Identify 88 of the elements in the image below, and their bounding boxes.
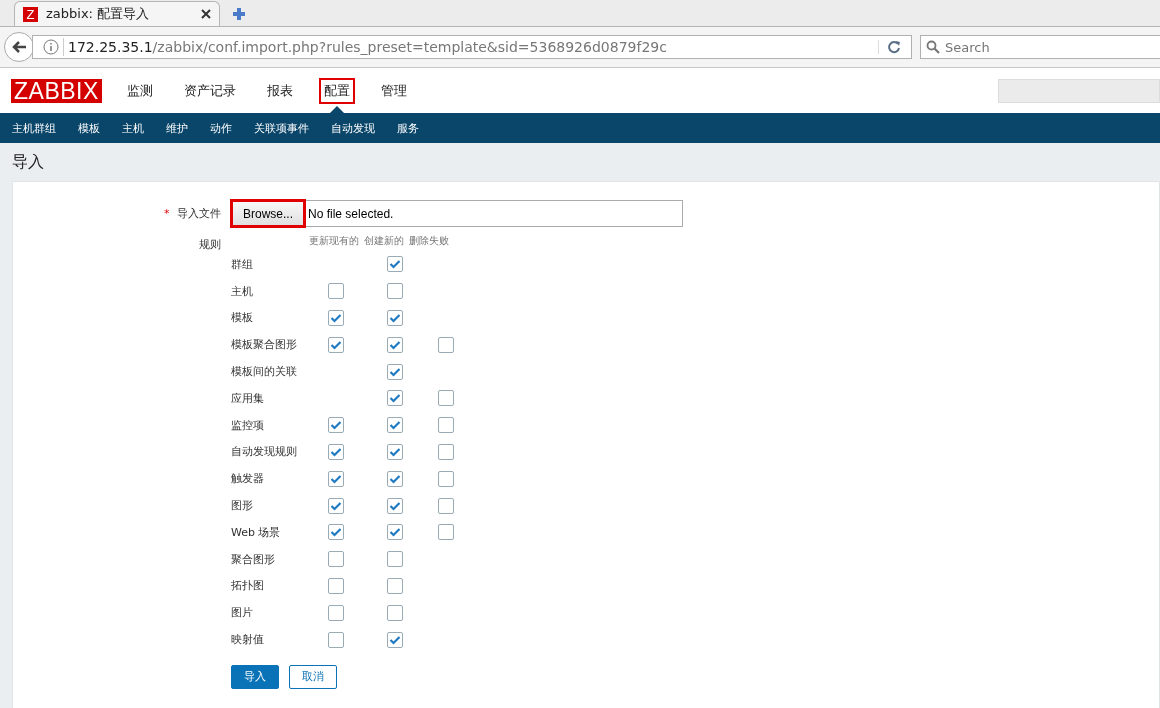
global-search-field[interactable] — [998, 78, 1160, 103]
file-input[interactable]: Browse... No file selected. — [231, 200, 683, 227]
required-mark: * — [164, 207, 170, 220]
checkbox[interactable] — [387, 363, 403, 380]
checkbox[interactable] — [328, 577, 344, 594]
checkbox[interactable] — [328, 497, 344, 514]
import-button[interactable]: 导入 — [231, 664, 279, 689]
submenu-item[interactable]: 主机 — [122, 120, 144, 136]
checkbox[interactable] — [387, 631, 403, 648]
checkbox[interactable] — [328, 443, 344, 460]
rule-name: 拓扑图 — [231, 578, 265, 594]
checkbox[interactable] — [387, 283, 403, 300]
rule-name: 群组 — [231, 256, 254, 272]
checkbox[interactable] — [328, 283, 344, 300]
rule-name: 模板间的关联 — [231, 364, 298, 380]
checkbox[interactable] — [438, 443, 454, 460]
checkbox[interactable] — [328, 470, 344, 487]
checkbox[interactable] — [387, 577, 403, 594]
zabbix-logo[interactable]: ZABBIX — [11, 78, 102, 103]
menu-item[interactable]: 报表 — [261, 68, 298, 113]
menu-item[interactable]: 资产记录 — [178, 68, 241, 113]
field-label: 导入文件 — [177, 207, 221, 220]
close-icon[interactable] — [201, 9, 211, 19]
checkbox[interactable] — [387, 417, 403, 434]
checkbox[interactable] — [387, 256, 403, 273]
checkbox[interactable] — [328, 551, 344, 568]
checkbox[interactable] — [438, 390, 454, 407]
url-text: 172.25.35.1/zabbix/conf.import.php?rules_preset=template&sid=5368926d0879f29c — [68, 39, 668, 55]
checkbox[interactable] — [438, 470, 454, 487]
checkbox[interactable] — [387, 497, 403, 514]
checkbox[interactable] — [387, 551, 403, 568]
checkbox[interactable] — [438, 336, 454, 353]
column-header: 删除失败 — [409, 234, 449, 248]
rule-name: 图形 — [231, 498, 254, 514]
menu-item[interactable]: 管理 — [375, 68, 412, 113]
checkbox[interactable] — [438, 497, 454, 514]
checkbox[interactable] — [438, 417, 454, 434]
search-icon — [926, 40, 940, 54]
rule-name: 自动发现规则 — [231, 444, 298, 460]
checkbox[interactable] — [328, 310, 344, 326]
rule-name: 主机 — [231, 283, 254, 299]
rule-name: 映射值 — [231, 632, 265, 648]
address-bar[interactable]: 172.25.35.1/zabbix/conf.import.php?rules_preset=template&sid=5368926d0879f29c — [32, 35, 912, 59]
rule-name: 应用集 — [231, 390, 265, 406]
checkbox[interactable] — [387, 524, 403, 541]
info-icon[interactable] — [43, 39, 59, 55]
checkbox[interactable] — [387, 390, 403, 407]
checkbox[interactable] — [387, 443, 403, 460]
rule-name: 触发器 — [231, 471, 265, 487]
submenu-item[interactable]: 主机群组 — [12, 120, 56, 136]
column-header: 更新现有的 — [309, 234, 359, 248]
checkbox[interactable] — [387, 310, 403, 326]
back-button[interactable] — [4, 32, 34, 62]
rule-name: Web 场景 — [231, 524, 282, 540]
back-arrow-icon — [11, 40, 27, 54]
submenu-item[interactable]: 自动发现 — [331, 120, 375, 136]
reload-icon[interactable] — [878, 40, 901, 54]
field-label: 规则 — [199, 238, 221, 251]
submenu-item[interactable]: 动作 — [210, 120, 232, 136]
rule-name: 聚合图形 — [231, 551, 276, 567]
checkbox[interactable] — [328, 336, 344, 353]
rule-name: 图片 — [231, 605, 254, 621]
file-status: No file selected. — [308, 206, 394, 221]
rule-name: 模板聚合图形 — [231, 337, 298, 353]
rule-name: 监控项 — [231, 417, 265, 433]
checkbox[interactable] — [328, 604, 344, 621]
checkbox[interactable] — [328, 417, 344, 434]
checkbox[interactable] — [387, 336, 403, 353]
cancel-button[interactable]: 取消 — [289, 664, 337, 689]
submenu-item[interactable]: 关联项事件 — [254, 120, 309, 136]
submenu-item[interactable]: 模板 — [78, 120, 100, 136]
checkbox[interactable] — [387, 604, 403, 621]
search-field[interactable]: Search — [920, 35, 1160, 59]
menu-item[interactable]: 监测 — [121, 68, 158, 113]
checkbox[interactable] — [387, 470, 403, 487]
checkbox[interactable] — [438, 524, 454, 541]
checkbox[interactable] — [328, 524, 344, 541]
column-header: 创建新的 — [364, 234, 404, 248]
page-title: 导入 — [12, 151, 44, 173]
rule-name: 模板 — [231, 310, 254, 326]
checkbox[interactable] — [328, 631, 344, 648]
submenu-item[interactable]: 维护 — [166, 120, 188, 136]
browse-button[interactable]: Browse... — [232, 201, 304, 226]
tab-title: zabbix: 配置导入 — [46, 5, 151, 23]
zabbix-tab-icon: Z — [23, 6, 38, 22]
new-tab-icon[interactable] — [232, 7, 246, 21]
submenu-item[interactable]: 服务 — [397, 120, 419, 136]
browser-tab[interactable]: Z zabbix: 配置导入 — [14, 1, 220, 26]
